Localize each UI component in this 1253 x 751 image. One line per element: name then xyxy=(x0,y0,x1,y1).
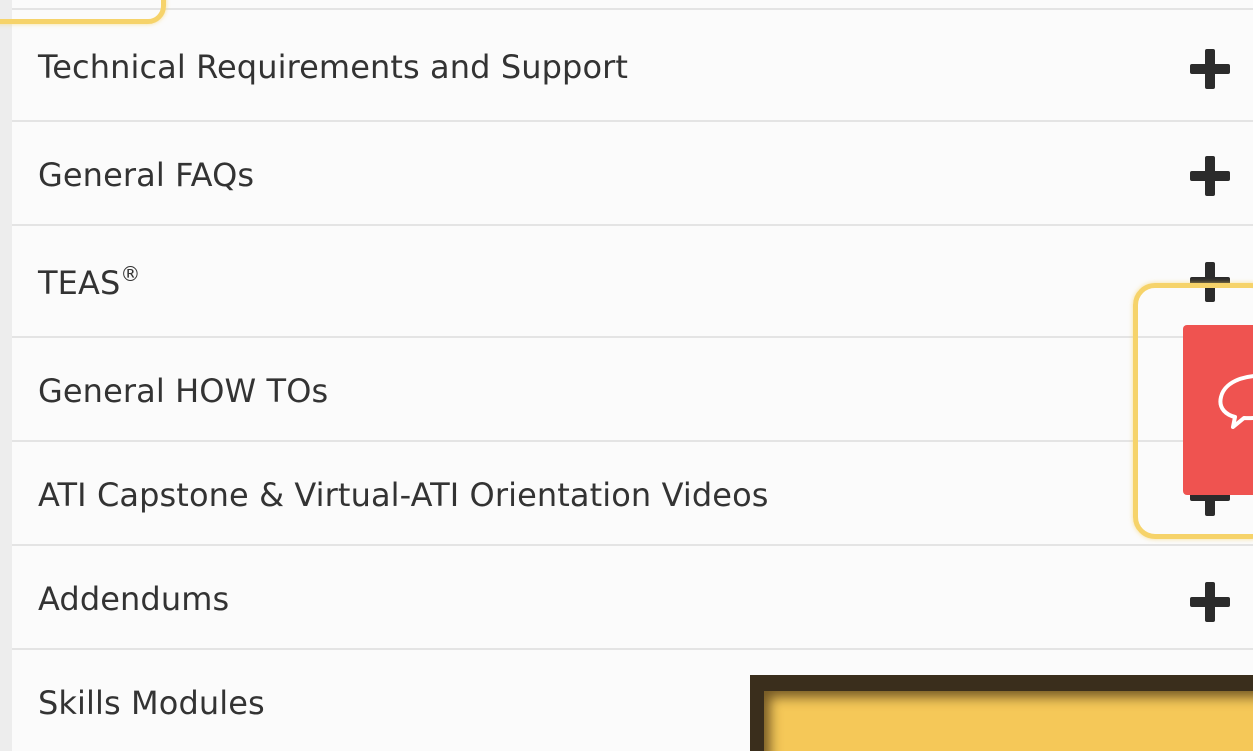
accordion-item-teas[interactable]: TEAS® xyxy=(12,224,1253,336)
accordion-item-technical-requirements[interactable]: Technical Requirements and Support xyxy=(12,8,1253,120)
accordion-item-label: General FAQs xyxy=(38,156,255,194)
focus-outline xyxy=(0,0,166,24)
plus-icon[interactable] xyxy=(1190,49,1230,89)
accordion-item-label: General HOW TOs xyxy=(38,372,329,410)
plus-icon[interactable] xyxy=(1190,156,1230,196)
accordion-item-general-how-tos[interactable]: General HOW TOs xyxy=(12,336,1253,440)
accordion-item-general-faqs[interactable]: General FAQs xyxy=(12,120,1253,224)
overlay-panel-inner xyxy=(764,691,1253,751)
page: Technical Requirements and Support Gener… xyxy=(0,0,1253,751)
accordion-item-label-text: TEAS xyxy=(38,264,121,302)
registered-mark: ® xyxy=(120,262,141,286)
plus-icon[interactable] xyxy=(1190,582,1230,622)
accordion-item-label: TEAS® xyxy=(38,262,141,302)
chat-button[interactable] xyxy=(1183,325,1253,495)
accordion-item-label: Addendums xyxy=(38,580,230,618)
accordion-item-ati-capstone[interactable]: ATI Capstone & Virtual-ATI Orientation V… xyxy=(12,440,1253,544)
overlay-panel xyxy=(750,675,1253,751)
accordion-item-label: Skills Modules xyxy=(38,684,265,722)
accordion-item-label: ATI Capstone & Virtual-ATI Orientation V… xyxy=(38,476,769,514)
faq-accordion: Technical Requirements and Support Gener… xyxy=(12,0,1253,751)
accordion-item-addendums[interactable]: Addendums xyxy=(12,544,1253,648)
speech-bubble-icon xyxy=(1218,374,1253,429)
accordion-item-label: Technical Requirements and Support xyxy=(38,48,629,86)
